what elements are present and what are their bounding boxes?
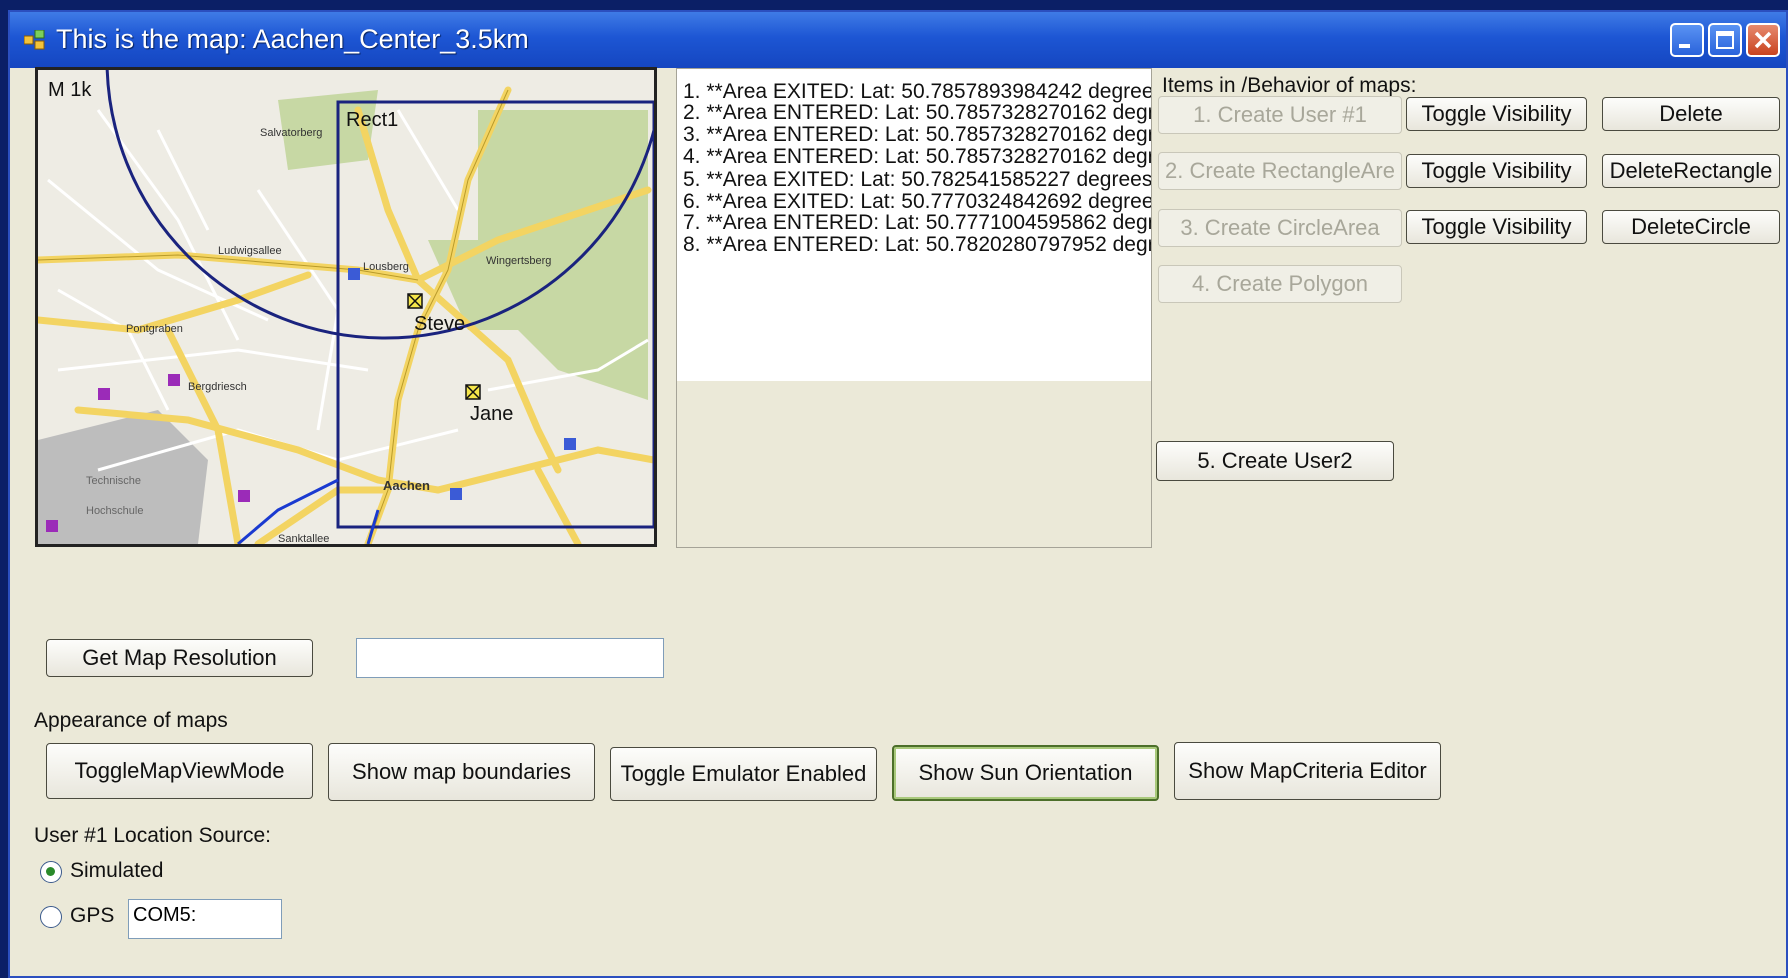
simulated-radio[interactable] [40, 861, 62, 883]
title-bar[interactable]: This is the map: Aachen_Center_3.5km [10, 12, 1786, 68]
place-label: Technische [86, 475, 141, 487]
place-label: Ludwigsallee [218, 245, 282, 257]
com-port-field[interactable]: COM5: [128, 899, 282, 939]
show-sun-orientation-button[interactable]: Show Sun Orientation [892, 745, 1159, 801]
list-item[interactable]: 3. **Area ENTERED: Lat: 50.7857328270162… [683, 123, 1151, 147]
gps-radio[interactable] [40, 906, 62, 928]
delete-circle-button[interactable]: DeleteCircle [1602, 210, 1780, 244]
create-user2-button[interactable]: 5. Create User2 [1156, 441, 1394, 481]
rect-label: Rect1 [346, 109, 398, 131]
list-item[interactable]: 7. **Area ENTERED: Lat: 50.7771004595862… [683, 211, 1151, 235]
map-resolution-field[interactable] [356, 638, 664, 678]
window-title: This is the map: Aachen_Center_3.5km [56, 24, 529, 54]
place-label: Hochschule [86, 505, 143, 517]
maximize-icon[interactable] [1708, 23, 1742, 57]
simulated-label: Simulated [70, 859, 164, 882]
place-label: Pontgraben [126, 323, 183, 335]
list-item[interactable]: 8. **Area ENTERED: Lat: 50.7820280797952… [683, 233, 1151, 257]
create-circle-button[interactable]: 3. Create CircleArea [1158, 209, 1402, 247]
show-map-boundaries-button[interactable]: Show map boundaries [328, 743, 595, 801]
create-polygon-button[interactable]: 4. Create Polygon [1158, 265, 1402, 303]
toggle-visibility-rectangle-button[interactable]: Toggle Visibility [1406, 154, 1587, 188]
list-item[interactable]: 4. **Area ENTERED: Lat: 50.7857328270162… [683, 145, 1151, 169]
event-log-list[interactable]: 1. **Area EXITED: Lat: 50.7857893984242 … [676, 68, 1152, 548]
delete-rectangle-button[interactable]: DeleteRectangle [1602, 154, 1780, 188]
place-label: Sanktallee [278, 533, 329, 544]
minimize-icon[interactable] [1670, 23, 1704, 57]
user-label: Steve [414, 313, 465, 335]
create-user1-button[interactable]: 1. Create User #1 [1158, 96, 1402, 134]
map-view[interactable]: Salvatorberg Ludwigsallee Lousberg Winge… [35, 67, 657, 547]
toggle-visibility-circle-button[interactable]: Toggle Visibility [1406, 210, 1587, 244]
items-heading: Items in /Behavior of maps: [1162, 74, 1417, 97]
create-rectangle-button[interactable]: 2. Create RectangleAre [1158, 152, 1402, 190]
appearance-heading: Appearance of maps [34, 709, 228, 732]
main-window: This is the map: Aachen_Center_3.5km Sal… [8, 10, 1788, 978]
toggle-visibility-user-button[interactable]: Toggle Visibility [1406, 97, 1587, 131]
get-map-resolution-button[interactable]: Get Map Resolution [46, 639, 313, 677]
close-icon[interactable] [1746, 23, 1780, 57]
place-label: Aachen [383, 478, 430, 493]
show-mapcriteria-editor-button[interactable]: Show MapCriteria Editor [1174, 742, 1441, 800]
place-label: Bergdriesch [188, 381, 247, 393]
map-scale-label: M 1k [48, 79, 92, 101]
delete-user-button[interactable]: Delete [1602, 97, 1780, 131]
toggle-emulator-button[interactable]: Toggle Emulator Enabled [610, 747, 877, 801]
map-canvas: Salvatorberg Ludwigsallee Lousberg Winge… [38, 70, 654, 544]
toggle-map-view-mode-button[interactable]: ToggleMapViewMode [46, 743, 313, 799]
user-marker-steve[interactable] [407, 293, 423, 309]
location-source-heading: User #1 Location Source: [34, 824, 271, 847]
place-label: Lousberg [363, 261, 409, 273]
user-marker-jane[interactable] [465, 384, 481, 400]
place-label: Wingertsberg [486, 255, 551, 267]
place-label: Salvatorberg [260, 127, 322, 139]
app-icon [24, 30, 45, 50]
user-label: Jane [470, 403, 513, 425]
list-item[interactable]: 2. **Area ENTERED: Lat: 50.7857328270162… [683, 101, 1151, 125]
gps-label: GPS [70, 904, 115, 927]
